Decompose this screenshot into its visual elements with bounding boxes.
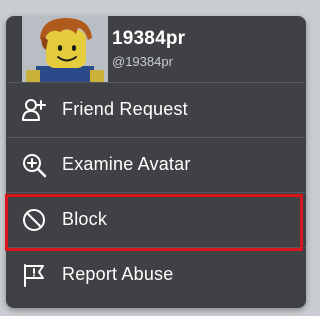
flag-icon	[20, 261, 48, 289]
block-icon	[20, 206, 48, 234]
menu-item-examine-avatar[interactable]: Examine Avatar	[6, 137, 306, 192]
menu-item-friend-request[interactable]: Friend Request	[6, 82, 306, 137]
display-name: 19384pr	[112, 28, 186, 49]
menu-item-block[interactable]: Block	[6, 192, 306, 247]
menu-item-label: Block	[62, 209, 108, 229]
username-handle: @19384pr	[112, 54, 173, 69]
avatar	[22, 16, 108, 82]
menu-item-label: Report Abuse	[62, 264, 174, 284]
player-profile-header[interactable]: 19384pr @19384pr	[6, 16, 306, 82]
menu-item-label: Friend Request	[62, 99, 188, 119]
player-context-menu: 19384pr @19384pr Friend Request Examine …	[6, 16, 306, 308]
menu-item-label: Examine Avatar	[62, 154, 191, 174]
menu-item-report-abuse[interactable]: Report Abuse	[6, 247, 306, 302]
zoom-in-icon	[20, 151, 48, 179]
avatar-image	[22, 16, 108, 82]
add-friend-icon	[20, 96, 48, 124]
